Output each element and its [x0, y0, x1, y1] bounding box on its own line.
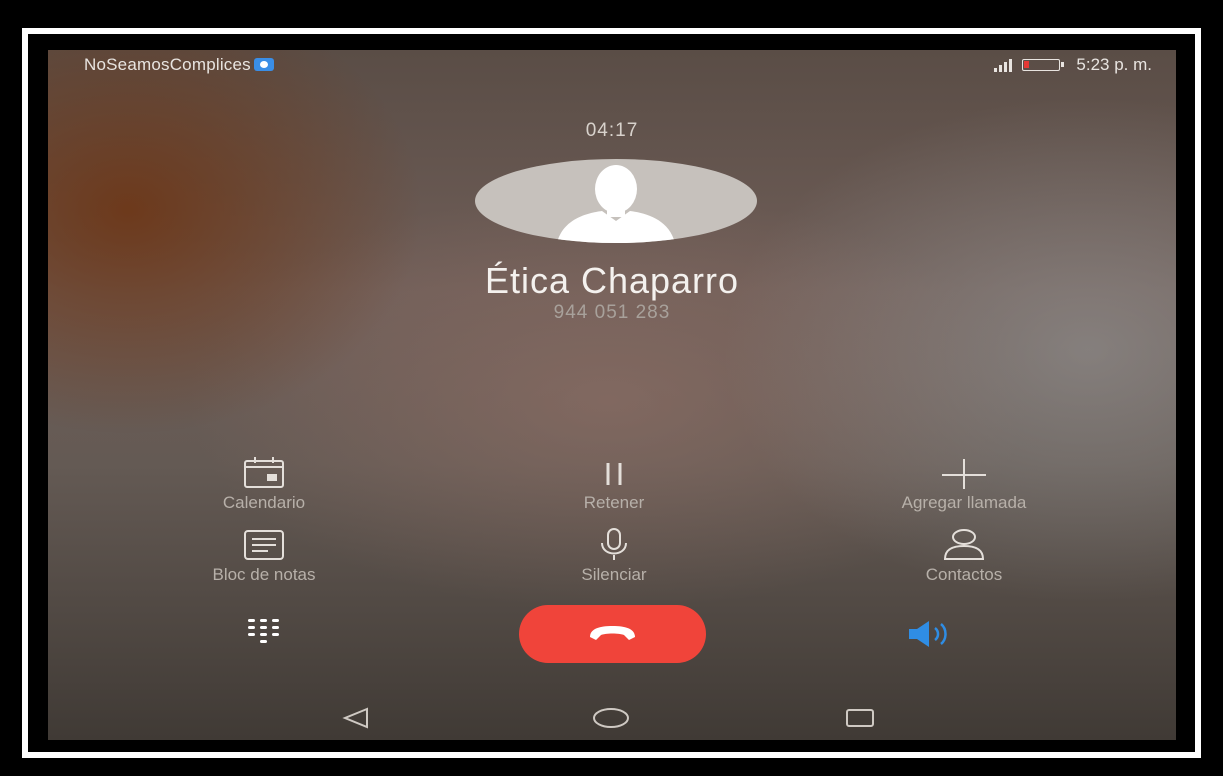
- notepad-icon: [154, 527, 374, 561]
- status-bar: NoSeamosComplices 5:23 p. m.: [48, 50, 1176, 80]
- navigation-bar: [48, 700, 1176, 740]
- notes-label: Bloc de notas: [212, 565, 316, 584]
- dialpad-icon: [248, 619, 279, 643]
- mute-button[interactable]: Silenciar: [504, 527, 724, 585]
- call-duration: 04:17: [585, 120, 639, 141]
- contacts-button[interactable]: Contactos: [854, 527, 1074, 585]
- calendar-label: Calendario: [222, 493, 306, 512]
- recents-square-icon[interactable]: [844, 706, 876, 730]
- hold-label: Retener: [583, 493, 645, 512]
- phone-hangup-icon: [590, 626, 635, 640]
- phone-call-screen: NoSeamosComplices 5:23 p. m. 04:17 Ética…: [48, 50, 1176, 740]
- signal-icon: [994, 58, 1013, 72]
- microphone-icon: [504, 527, 724, 561]
- add-call-button[interactable]: Agregar llamada: [854, 455, 1074, 513]
- shield-icon: [253, 58, 274, 71]
- add-call-label: Agregar llamada: [901, 493, 1027, 512]
- status-indicators: 5:23 p. m.: [994, 55, 1152, 75]
- calendar-button[interactable]: Calendario: [154, 455, 374, 513]
- carrier-label: NoSeamosComplices: [84, 55, 274, 75]
- dialpad-button[interactable]: [244, 613, 284, 653]
- phone-number: 944 051 283: [553, 302, 671, 323]
- battery-icon: [1022, 59, 1065, 71]
- end-call-button[interactable]: [519, 605, 706, 663]
- person-silhouette-icon: [475, 159, 757, 243]
- speaker-icon: [909, 621, 947, 647]
- mute-label: Silenciar: [581, 565, 647, 584]
- contacts-label: Contactos: [925, 565, 1003, 584]
- notes-button[interactable]: Bloc de notas: [154, 527, 374, 585]
- pause-icon: [504, 455, 724, 489]
- plus-icon: [854, 455, 1074, 489]
- calendar-icon: [154, 455, 374, 489]
- hold-button[interactable]: Retener: [504, 455, 724, 513]
- clock: 5:23 p. m.: [1076, 55, 1152, 74]
- person-icon: [854, 527, 1074, 561]
- carrier-name: NoSeamosComplices: [84, 55, 251, 74]
- contact-name: Ética Chaparro: [484, 260, 740, 301]
- home-circle-icon[interactable]: [591, 706, 631, 730]
- speaker-button[interactable]: [905, 617, 961, 651]
- back-triangle-icon[interactable]: [341, 706, 371, 730]
